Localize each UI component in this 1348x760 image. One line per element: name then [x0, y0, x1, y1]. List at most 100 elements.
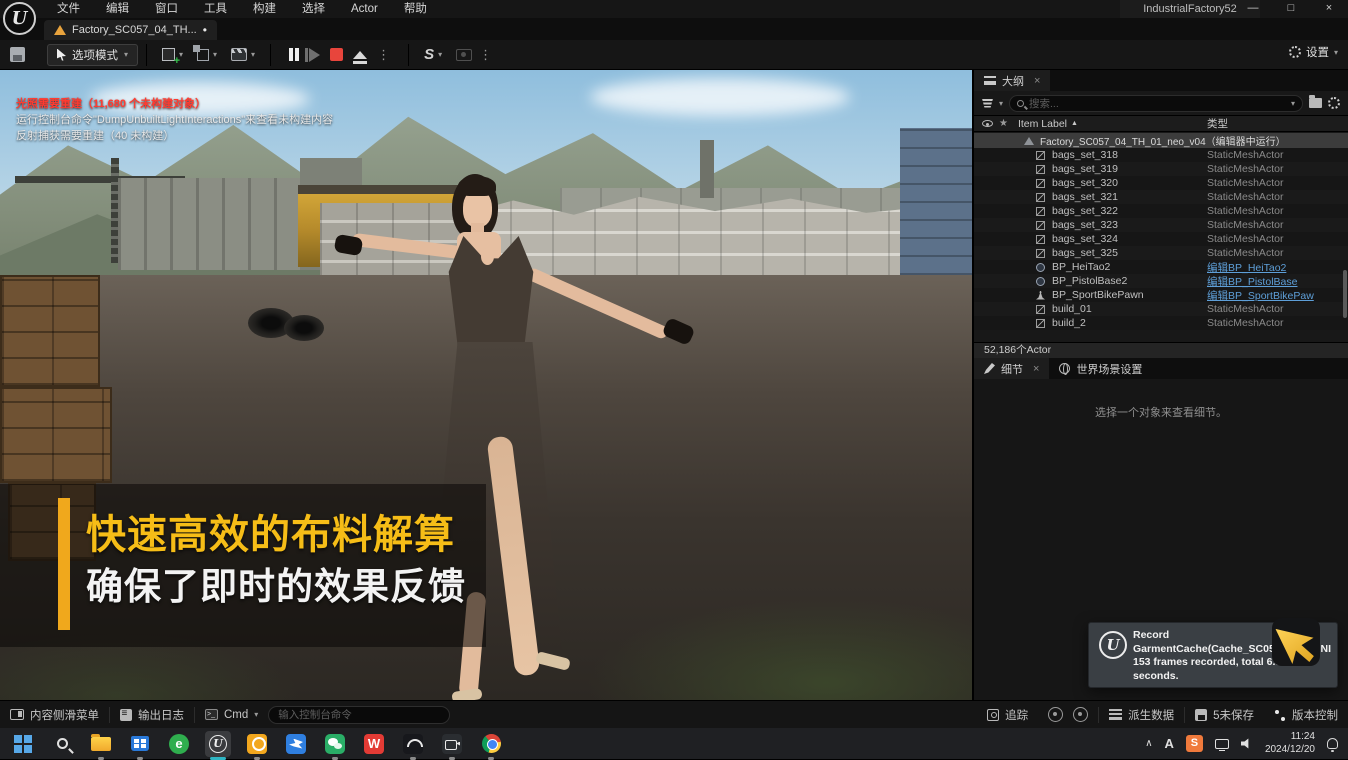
- menu-item[interactable]: 帮助: [391, 0, 440, 18]
- taskbar-clock[interactable]: 11:24 2024/12/20: [1265, 731, 1315, 756]
- menu-item[interactable]: 窗口: [142, 0, 191, 18]
- wechat[interactable]: [322, 731, 348, 757]
- toolbar-overflow-icon[interactable]: ⋮: [479, 49, 492, 61]
- tray-s-app-icon[interactable]: S: [1186, 735, 1203, 752]
- media-player[interactable]: [244, 731, 270, 757]
- outliner-row[interactable]: bags_set_325 StaticMeshActor: [974, 246, 1348, 260]
- outliner-search-input[interactable]: 搜索... ▾: [1009, 95, 1303, 112]
- new-folder-icon[interactable]: [1309, 98, 1322, 108]
- edit-blueprint-link[interactable]: 编辑BP_HeiTao2: [1207, 260, 1286, 275]
- screen-recorder[interactable]: [439, 731, 465, 757]
- menu-item[interactable]: 选择: [289, 0, 338, 18]
- outliner-level-row[interactable]: Factory_SC057_04_TH_01_neo_v04（编辑器中运行）: [974, 133, 1348, 148]
- cinematics-button[interactable]: ▾: [231, 48, 255, 61]
- cmd-dropdown[interactable]: >_ Cmd ▾: [195, 701, 268, 728]
- actor-type: StaticMeshActor: [1207, 233, 1283, 245]
- level-tab-strip: Factory_SC057_04_TH... •: [0, 18, 1348, 40]
- item-label-column[interactable]: Item Label: [1018, 118, 1067, 130]
- tab-details[interactable]: 细节 ×: [974, 358, 1049, 379]
- outliner-row[interactable]: bags_set_318 StaticMeshActor: [974, 148, 1348, 162]
- actor-label: bags_set_325: [1052, 247, 1118, 259]
- bird-app[interactable]: [283, 731, 309, 757]
- output-log-icon: [120, 709, 132, 721]
- launch-button[interactable]: [456, 49, 472, 61]
- close-icon[interactable]: ×: [1034, 75, 1040, 87]
- console-command-input[interactable]: 输入控制台命令: [268, 706, 450, 724]
- menu-item[interactable]: 编辑: [93, 0, 142, 18]
- chrome[interactable]: [478, 731, 504, 757]
- unsaved-button[interactable]: 5未保存: [1185, 701, 1264, 728]
- chevron-down-icon: ▾: [251, 50, 255, 59]
- eject-button[interactable]: [353, 51, 367, 59]
- outliner-settings-icon[interactable]: [1328, 97, 1340, 109]
- trace-icon: [987, 709, 999, 721]
- pause-button[interactable]: [289, 48, 299, 61]
- level-tab[interactable]: Factory_SC057_04_TH... •: [44, 20, 217, 40]
- menu-item[interactable]: Actor: [338, 0, 391, 18]
- editor-mode-select[interactable]: 选项模式 ▾: [47, 44, 138, 66]
- outliner-row[interactable]: BP_PistolBase2 编辑BP_PistolBase: [974, 274, 1348, 288]
- menu-item[interactable]: 文件: [44, 0, 93, 18]
- actor-type: StaticMeshActor: [1207, 191, 1283, 203]
- snapshot-button[interactable]: [1073, 701, 1098, 728]
- minimize-button[interactable]: —: [1234, 0, 1272, 18]
- visibility-column-icon[interactable]: [982, 120, 993, 127]
- play-options-icon[interactable]: ⋮: [377, 49, 390, 61]
- output-log-button[interactable]: 输出日志: [110, 701, 194, 728]
- revision-control-button[interactable]: 版本控制: [1264, 701, 1348, 728]
- outliner-row[interactable]: bags_set_322 StaticMeshActor: [974, 204, 1348, 218]
- outliner-row[interactable]: bags_set_321 StaticMeshActor: [974, 190, 1348, 204]
- platforms-button[interactable]: S ▾: [424, 46, 442, 63]
- chevron-down-icon[interactable]: ▾: [1291, 99, 1295, 108]
- filter-icon[interactable]: [982, 99, 993, 108]
- start-button[interactable]: [10, 731, 36, 757]
- outliner-row[interactable]: bags_set_324 StaticMeshActor: [974, 232, 1348, 246]
- outliner-row[interactable]: bags_set_323 StaticMeshActor: [974, 218, 1348, 232]
- notification-bell-icon[interactable]: [1327, 738, 1338, 749]
- tab-world-settings[interactable]: 世界场景设置: [1049, 358, 1152, 379]
- input-method-indicator[interactable]: A: [1165, 736, 1174, 751]
- unsaved-label: 5未保存: [1213, 707, 1254, 723]
- network-icon[interactable]: [1215, 739, 1229, 749]
- viewport-settings-button[interactable]: 设置 ▾: [1289, 44, 1338, 60]
- favorite-column-icon[interactable]: ★: [999, 118, 1008, 129]
- content-drawer-button[interactable]: 内容侧滑菜单: [0, 701, 109, 728]
- insights-button[interactable]: [1038, 701, 1073, 728]
- chevron-down-icon[interactable]: ▾: [999, 99, 1003, 108]
- wps-office[interactable]: W: [361, 731, 387, 757]
- maximize-button[interactable]: □: [1272, 0, 1310, 18]
- save-level-button[interactable]: [10, 47, 25, 62]
- outliner-row[interactable]: BP_SportBikePawn 编辑BP_SportBikePaw: [974, 288, 1348, 302]
- menu-item[interactable]: 构建: [240, 0, 289, 18]
- edit-blueprint-link[interactable]: 编辑BP_SportBikePaw: [1207, 288, 1314, 303]
- outliner-row[interactable]: bags_set_319 StaticMeshActor: [974, 162, 1348, 176]
- outliner-row[interactable]: BP_HeiTao2 编辑BP_HeiTao2: [974, 260, 1348, 274]
- trace-button[interactable]: 追踪: [977, 701, 1038, 728]
- tray-overflow-icon[interactable]: ∧: [1145, 738, 1152, 749]
- outliner-row[interactable]: build_01 StaticMeshActor: [974, 302, 1348, 316]
- menu-item[interactable]: 工具: [191, 0, 240, 18]
- chevron-down-icon: ▾: [254, 710, 258, 719]
- capture-gauge-app[interactable]: [400, 731, 426, 757]
- derived-data-button[interactable]: 派生数据: [1099, 701, 1184, 728]
- edit-blueprint-link[interactable]: 编辑BP_PistolBase: [1207, 274, 1297, 289]
- tab-outliner[interactable]: 大纲 ×: [974, 70, 1050, 91]
- taskbar-search[interactable]: [49, 731, 75, 757]
- close-icon[interactable]: ×: [1033, 363, 1039, 375]
- outliner-scrollbar[interactable]: [1343, 270, 1347, 318]
- outliner-row[interactable]: bags_set_320 StaticMeshActor: [974, 176, 1348, 190]
- unreal-engine[interactable]: U: [205, 731, 231, 757]
- frame-skip-button[interactable]: [309, 48, 320, 62]
- close-button[interactable]: ×: [1310, 0, 1348, 18]
- outliner-row[interactable]: build_2 StaticMeshActor: [974, 316, 1348, 330]
- scene-factory-building: [118, 178, 303, 270]
- green-app[interactable]: e: [166, 731, 192, 757]
- file-explorer[interactable]: [88, 731, 114, 757]
- level-viewport[interactable]: 光照需要重建（11,680 个未构建对象） 运行控制台命令"DumpUnbuil…: [0, 70, 972, 700]
- stop-button[interactable]: [330, 48, 343, 61]
- blueprints-button[interactable]: ▾: [197, 49, 217, 61]
- volume-icon[interactable]: [1241, 738, 1253, 749]
- add-actor-button[interactable]: ▾: [162, 48, 183, 61]
- microsoft-store[interactable]: [127, 731, 153, 757]
- type-column[interactable]: 类型: [1207, 116, 1228, 131]
